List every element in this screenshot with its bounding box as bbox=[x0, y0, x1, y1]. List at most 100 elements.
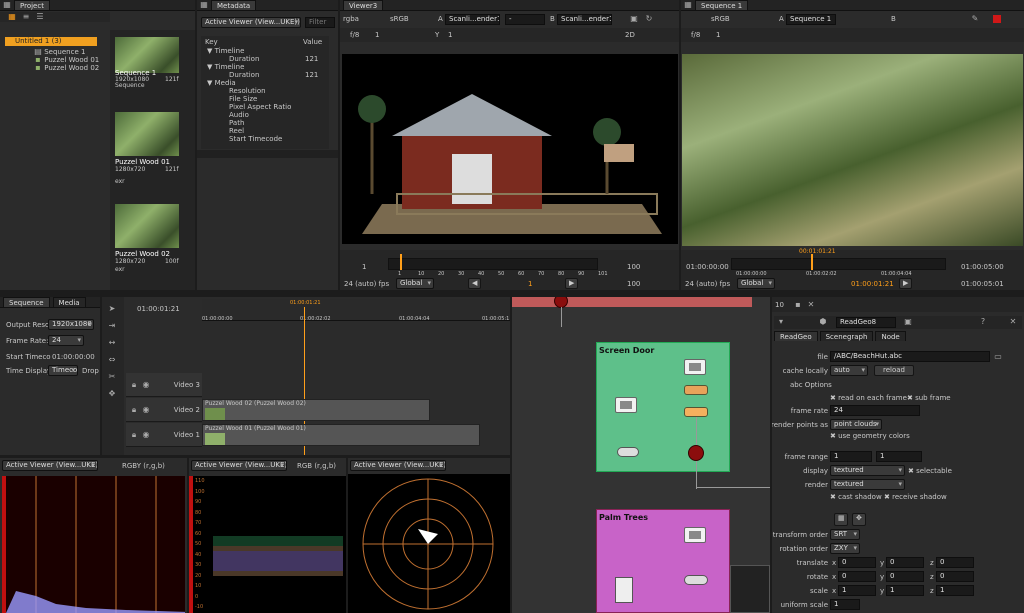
minimap[interactable] bbox=[730, 565, 770, 613]
frame-range-end[interactable]: 1 bbox=[876, 451, 922, 462]
lock-icon[interactable]: 🔒︎ bbox=[130, 431, 138, 439]
read-each-frame-checkbox[interactable]: ✖ read on each frame bbox=[830, 394, 907, 402]
node-graph-panel[interactable]: Screen Door Palm Trees bbox=[512, 297, 770, 613]
refresh-icon[interactable]: ↻ bbox=[645, 15, 653, 23]
metadata-row[interactable]: ▼ Timeline bbox=[207, 47, 244, 55]
render-points-select[interactable]: point clouds bbox=[830, 419, 882, 430]
filter-input[interactable]: Filter bbox=[305, 17, 335, 28]
lock-icon[interactable]: ▪ bbox=[794, 301, 802, 309]
current-timecode[interactable]: 01:00:01:21 bbox=[851, 280, 894, 288]
tab-sequence[interactable]: Sequence bbox=[3, 297, 50, 307]
grid-icon[interactable]: ▦ bbox=[3, 1, 11, 9]
folder-icon[interactable]: ▭ bbox=[994, 353, 1002, 361]
tab-media[interactable]: Media bbox=[52, 297, 86, 307]
metadata-row[interactable]: ▼ Media bbox=[207, 79, 236, 87]
thumbnail-sequence[interactable] bbox=[115, 37, 179, 73]
project-root[interactable]: Untitled 1 (3) bbox=[5, 37, 97, 46]
max-panels-field[interactable]: 10 bbox=[775, 301, 784, 309]
thumbnail-clip[interactable] bbox=[115, 204, 179, 248]
list-item[interactable]: ▪ Puzzel Wood 02 bbox=[34, 64, 99, 73]
multi-tool-icon[interactable]: ✥ bbox=[108, 390, 116, 398]
help-icon[interactable]: ? bbox=[979, 318, 987, 326]
output-resolution-select[interactable]: 1920x1080 bbox=[48, 319, 94, 330]
gain-value[interactable]: 1 bbox=[375, 31, 379, 39]
viewer-select[interactable]: Active Viewer (View...UKE)) bbox=[350, 460, 446, 471]
wipe-select[interactable]: - bbox=[505, 14, 545, 25]
scale-y[interactable]: 1 bbox=[886, 585, 924, 596]
receive-shadow-checkbox[interactable]: ✖ receive shadow bbox=[884, 493, 947, 501]
metadata-row[interactable]: Reel bbox=[229, 127, 244, 135]
timeline-end[interactable]: 01:00:05:00 bbox=[961, 263, 1004, 271]
tab-node[interactable]: Node bbox=[875, 331, 906, 341]
viewer-select[interactable]: Active Viewer (View...UKE)) bbox=[201, 17, 301, 28]
tab-scenegraph[interactable]: Scenegraph bbox=[819, 331, 874, 341]
clip[interactable]: Puzzel Wood 01 (Puzzel Wood 01) bbox=[202, 424, 480, 446]
scale-x[interactable]: 1 bbox=[838, 585, 876, 596]
timeline-ruler[interactable] bbox=[202, 299, 510, 321]
metadata-row[interactable]: Pixel Aspect Ratio bbox=[229, 103, 291, 111]
scale-z[interactable]: 1 bbox=[936, 585, 974, 596]
rotate-z[interactable]: 0 bbox=[936, 571, 974, 582]
thumbnail-view-icon[interactable]: ▦ bbox=[8, 13, 16, 21]
start-timecode-field[interactable]: 01:00:00:00 bbox=[52, 353, 95, 361]
display-select[interactable]: textured bbox=[830, 465, 905, 476]
playhead-marker[interactable] bbox=[400, 254, 402, 270]
read-node[interactable] bbox=[615, 577, 633, 603]
play-button[interactable]: ▶ bbox=[565, 278, 579, 289]
expand-icon[interactable]: ▼ bbox=[207, 79, 215, 87]
list-item[interactable]: ▤ Sequence 1 bbox=[34, 48, 85, 57]
node-backdrop-red[interactable] bbox=[512, 297, 752, 307]
metadata-row[interactable]: Start Timecode bbox=[229, 135, 282, 143]
expand-icon[interactable]: ▼ bbox=[207, 63, 215, 71]
settings-icon[interactable]: ▣ bbox=[904, 318, 912, 326]
sub-frame-checkbox[interactable]: ✖ sub frame bbox=[907, 394, 951, 402]
translate-x[interactable]: 0 bbox=[838, 557, 876, 568]
metadata-row[interactable]: Path bbox=[229, 119, 244, 127]
lock-icon[interactable]: 🔒︎ bbox=[130, 406, 138, 414]
metadata-row[interactable]: Resolution bbox=[229, 87, 266, 95]
a-input-select[interactable]: Scanli...ender1 bbox=[445, 14, 500, 25]
transform-handle-button[interactable]: ▦ bbox=[834, 513, 848, 526]
out-frame[interactable]: 100 bbox=[627, 280, 640, 288]
global-select[interactable]: Global bbox=[737, 278, 775, 289]
frame-rate-select[interactable]: 24 bbox=[48, 335, 84, 346]
colorspace-select[interactable]: sRGB bbox=[711, 15, 730, 23]
grid-icon[interactable]: ▦ bbox=[200, 1, 208, 9]
clip[interactable]: Puzzel Wood 02 (Puzzel Wood 02) bbox=[202, 399, 430, 421]
time-display-select[interactable]: Timeco bbox=[48, 365, 78, 376]
selectable-checkbox[interactable]: ✖ selectable bbox=[908, 467, 952, 475]
prev-frame-button[interactable]: ◀ bbox=[468, 278, 482, 289]
close-icon[interactable]: ✕ bbox=[1009, 318, 1017, 326]
play-button[interactable]: ▶ bbox=[899, 278, 913, 289]
translate-y[interactable]: 0 bbox=[886, 557, 924, 568]
translate-z[interactable]: 0 bbox=[936, 557, 974, 568]
playhead-marker[interactable] bbox=[811, 254, 813, 270]
metadata-row[interactable]: ▼ Timeline bbox=[207, 63, 244, 71]
eye-icon[interactable]: ◉ bbox=[142, 406, 150, 414]
transform-node[interactable] bbox=[684, 385, 708, 395]
rotation-order-select[interactable]: ZXY bbox=[830, 543, 860, 554]
timeline-start[interactable]: 01:00:00:00 bbox=[686, 263, 729, 271]
lock-icon[interactable]: 🔒︎ bbox=[130, 381, 138, 389]
frame-rate-input[interactable]: 24 bbox=[830, 405, 920, 416]
eye-icon[interactable]: ◉ bbox=[142, 381, 150, 389]
reload-button[interactable]: reload bbox=[874, 365, 914, 376]
razor-tool-icon[interactable]: ✂ bbox=[108, 373, 116, 381]
channel-select[interactable]: rgba bbox=[343, 15, 359, 23]
grid-icon[interactable]: ▦ bbox=[684, 1, 692, 9]
node-icon[interactable]: ⬢ bbox=[819, 318, 827, 326]
cast-shadow-checkbox[interactable]: ✖ cast shadow bbox=[830, 493, 882, 501]
file-path-input[interactable]: /ABC/BeachHut.abc bbox=[830, 351, 990, 362]
trim-tool-icon[interactable]: ↔ bbox=[108, 339, 116, 347]
read-node[interactable] bbox=[684, 527, 706, 543]
axis-button[interactable]: ✥ bbox=[852, 513, 866, 526]
transform-node[interactable] bbox=[684, 575, 708, 585]
fstop-value[interactable]: f/8 bbox=[350, 31, 359, 39]
uniform-scale-input[interactable]: 1 bbox=[830, 599, 860, 610]
metadata-row[interactable]: Duration bbox=[229, 55, 259, 63]
scope-mode-select[interactable]: RGBY (r,g,b) bbox=[122, 462, 165, 470]
sequence-viewer-canvas[interactable] bbox=[682, 54, 1023, 246]
merge-node[interactable] bbox=[617, 447, 639, 457]
viewer-options-icon[interactable]: ▣ bbox=[630, 15, 638, 23]
thumbnail-clip[interactable] bbox=[115, 112, 179, 156]
